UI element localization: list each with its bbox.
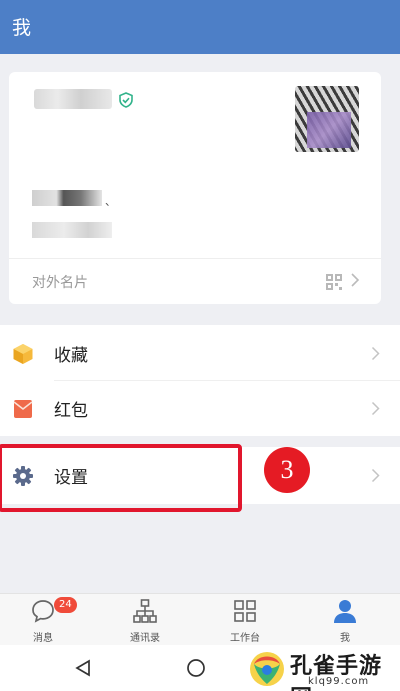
watermark-url: klq99.com <box>308 676 370 687</box>
user-company-blurred <box>32 222 112 238</box>
menu-item-red-packet[interactable]: 红包 <box>0 381 400 436</box>
profile-card[interactable]: 、 对外名片 <box>9 72 381 304</box>
user-info-blurred <box>32 190 102 206</box>
tab-label-me: 我 <box>340 633 350 644</box>
tab-workbench[interactable]: 工作台 <box>204 594 284 646</box>
site-watermark: 孔雀手游网 klq99.com <box>246 646 400 691</box>
top-bar: 我 <box>0 0 400 54</box>
tab-me[interactable]: 我 <box>304 594 384 646</box>
info-trailing-mark: 、 <box>105 195 116 208</box>
menu-group-primary: 收藏 红包 <box>0 325 400 436</box>
chevron-right-icon <box>371 468 380 483</box>
tab-label-messages: 消息 <box>33 633 53 644</box>
bottom-tab-bar: 24 消息 通讯录 工作台 我 <box>0 593 400 645</box>
highlight-box <box>0 444 242 512</box>
menu-label-red-packet: 红包 <box>54 401 88 421</box>
back-triangle-icon[interactable] <box>74 659 92 677</box>
step-number-badge: 3 <box>264 447 310 493</box>
business-card-label[interactable]: 对外名片 <box>32 272 88 292</box>
red-envelope-icon <box>13 400 33 418</box>
tab-messages[interactable]: 24 消息 <box>2 594 82 646</box>
unread-count-badge: 24 <box>54 597 77 613</box>
tab-contacts[interactable]: 通讯录 <box>104 594 184 646</box>
person-icon <box>334 600 356 623</box>
avatar[interactable] <box>295 86 359 152</box>
page-title: 我 <box>12 17 32 39</box>
verified-shield-icon <box>119 92 133 108</box>
tab-label-workbench: 工作台 <box>230 633 260 644</box>
box-icon <box>13 344 33 364</box>
menu-label-favorites: 收藏 <box>54 346 88 366</box>
chat-bubble-icon <box>32 600 54 623</box>
chevron-right-icon <box>371 346 380 361</box>
qr-code-icon[interactable] <box>325 273 343 291</box>
tab-label-contacts: 通讯录 <box>130 633 160 644</box>
menu-item-favorites[interactable]: 收藏 <box>0 326 400 381</box>
chevron-right-icon <box>351 273 360 287</box>
peacock-logo-icon <box>250 652 284 686</box>
grid-icon <box>234 600 256 622</box>
divider <box>9 258 381 259</box>
home-circle-icon[interactable] <box>186 658 206 678</box>
chevron-right-icon <box>371 401 380 416</box>
org-chart-icon <box>133 599 157 623</box>
user-name-blurred <box>34 89 112 109</box>
